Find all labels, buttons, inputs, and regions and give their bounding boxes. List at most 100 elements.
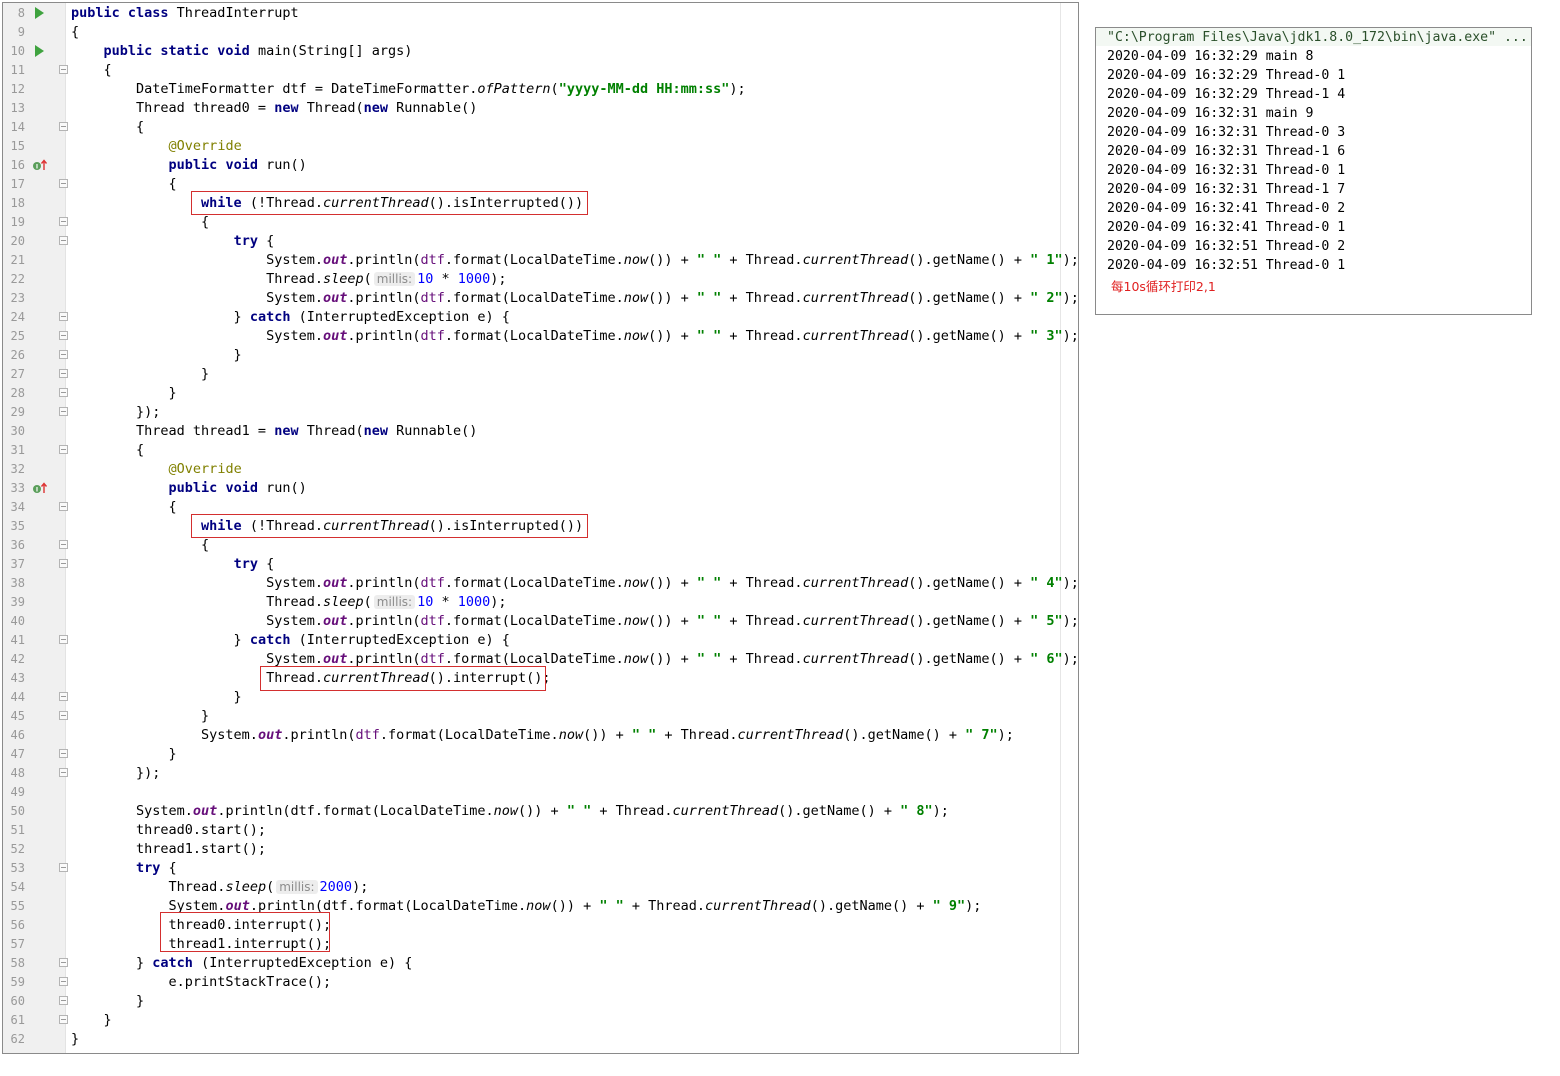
code-text: public void run(): [168, 157, 307, 173]
override-method-icon[interactable]: I: [32, 481, 48, 495]
run-gutter-icon[interactable]: [35, 45, 44, 57]
line-number: 20: [10, 234, 25, 248]
highlight-while-thread1: [191, 514, 588, 538]
line-number: 31: [10, 443, 25, 457]
fold-marker-icon[interactable]: [59, 635, 68, 644]
fold-marker-icon[interactable]: [59, 350, 68, 359]
code-line[interactable]: 50 System.out.println(dtf.format(LocalDa…: [3, 802, 1078, 821]
code-line[interactable]: 28 }: [3, 384, 1078, 403]
line-number: 36: [10, 538, 25, 552]
code-line[interactable]: 10 public static void main(String[] args…: [3, 42, 1078, 61]
line-number: 17: [10, 177, 25, 191]
code-line[interactable]: 37 try {: [3, 555, 1078, 574]
fold-marker-icon[interactable]: [59, 388, 68, 397]
code-line[interactable]: 29 });: [3, 403, 1078, 422]
line-number: 51: [10, 823, 25, 837]
code-line[interactable]: 46 System.out.println(dtf.format(LocalDa…: [3, 726, 1078, 745]
code-line[interactable]: 32 @Override: [3, 460, 1078, 479]
fold-marker-icon[interactable]: [59, 559, 68, 568]
code-text: }: [71, 366, 210, 382]
fold-marker-icon[interactable]: [59, 1015, 68, 1024]
fold-marker-icon[interactable]: [59, 65, 68, 74]
fold-marker-icon[interactable]: [59, 768, 68, 777]
fold-marker-icon[interactable]: [59, 122, 68, 131]
code-line[interactable]: 22 Thread.sleep(millis: 10 * 1000);: [3, 270, 1078, 289]
fold-marker-icon[interactable]: [59, 502, 68, 511]
code-text: System.out.println(dtf.format(LocalDateT…: [71, 651, 1079, 667]
fold-marker-icon[interactable]: [59, 331, 68, 340]
code-line[interactable]: 31 {: [3, 441, 1078, 460]
code-text: {: [71, 62, 112, 78]
fold-marker-icon[interactable]: [59, 977, 68, 986]
code-line[interactable]: 26 }: [3, 346, 1078, 365]
fold-marker-icon[interactable]: [59, 540, 68, 549]
fold-marker-icon[interactable]: [59, 236, 68, 245]
run-console[interactable]: "C:\Program Files\Java\jdk1.8.0_172\bin\…: [1095, 27, 1532, 315]
fold-marker-icon[interactable]: [59, 369, 68, 378]
line-number: 59: [10, 975, 25, 989]
code-text: System.out.println(dtf.format(LocalDateT…: [71, 290, 1079, 306]
line-number: 33: [10, 481, 25, 495]
code-text: }: [71, 1012, 112, 1028]
fold-marker-icon[interactable]: [59, 863, 68, 872]
code-line[interactable]: 36 {: [3, 536, 1078, 555]
fold-marker-icon[interactable]: [59, 445, 68, 454]
code-line[interactable]: 11 {: [3, 61, 1078, 80]
fold-marker-icon[interactable]: [59, 407, 68, 416]
fold-marker-icon[interactable]: [59, 958, 68, 967]
highlight-interrupt-calls: [160, 912, 330, 952]
code-line[interactable]: 45 }: [3, 707, 1078, 726]
code-line[interactable]: 61 }: [3, 1011, 1078, 1030]
code-line[interactable]: 30 Thread thread1 = new Thread(new Runna…: [3, 422, 1078, 441]
line-number: 42: [10, 652, 25, 666]
code-line[interactable]: 19 {: [3, 213, 1078, 232]
fold-marker-icon[interactable]: [59, 749, 68, 758]
code-line[interactable]: 41 } catch (InterruptedException e) {: [3, 631, 1078, 650]
code-line[interactable]: 58 } catch (InterruptedException e) {: [3, 954, 1078, 973]
code-line[interactable]: 13 Thread thread0 = new Thread(new Runna…: [3, 99, 1078, 118]
code-line[interactable]: 20 try {: [3, 232, 1078, 251]
highlight-interrupt-self: [260, 666, 546, 691]
code-line[interactable]: 54 Thread.sleep(millis: 2000);: [3, 878, 1078, 897]
fold-marker-icon[interactable]: [59, 996, 68, 1005]
code-line[interactable]: 49: [3, 783, 1078, 802]
code-line[interactable]: 25 System.out.println(dtf.format(LocalDa…: [3, 327, 1078, 346]
code-line[interactable]: 39 Thread.sleep(millis: 10 * 1000);: [3, 593, 1078, 612]
code-line[interactable]: 38 System.out.println(dtf.format(LocalDa…: [3, 574, 1078, 593]
code-line[interactable]: 59 e.printStackTrace();: [3, 973, 1078, 992]
code-line[interactable]: 16 I public void run(): [3, 156, 1078, 175]
code-line[interactable]: 9{: [3, 23, 1078, 42]
fold-marker-icon[interactable]: [59, 179, 68, 188]
code-line[interactable]: 51 thread0.start();: [3, 821, 1078, 840]
code-line[interactable]: 14 {: [3, 118, 1078, 137]
code-text: }: [71, 993, 145, 1009]
code-line[interactable]: 27 }: [3, 365, 1078, 384]
fold-marker-icon[interactable]: [59, 711, 68, 720]
code-line[interactable]: 8 public class ThreadInterrupt: [3, 4, 1078, 23]
code-line[interactable]: 23 System.out.println(dtf.format(LocalDa…: [3, 289, 1078, 308]
code-text: Thread thread0 = new Thread(new Runnable…: [71, 100, 478, 116]
run-gutter-icon[interactable]: [35, 7, 44, 19]
code-line[interactable]: 48 });: [3, 764, 1078, 783]
code-line[interactable]: 15 @Override: [3, 137, 1078, 156]
code-line[interactable]: 40 System.out.println(dtf.format(LocalDa…: [3, 612, 1078, 631]
line-number: 15: [10, 139, 25, 153]
fold-marker-icon[interactable]: [59, 692, 68, 701]
code-line[interactable]: 24 } catch (InterruptedException e) {: [3, 308, 1078, 327]
code-text: }: [71, 708, 210, 724]
override-method-icon[interactable]: I: [32, 158, 48, 172]
code-editor[interactable]: 8 public class ThreadInterrupt 9{10 public…: [2, 2, 1079, 1054]
fold-marker-icon[interactable]: [59, 217, 68, 226]
code-line[interactable]: 52 thread1.start();: [3, 840, 1078, 859]
code-line[interactable]: 53 try {: [3, 859, 1078, 878]
fold-marker-icon[interactable]: [59, 312, 68, 321]
code-line[interactable]: 12 DateTimeFormatter dtf = DateTimeForma…: [3, 80, 1078, 99]
code-line[interactable]: 60 }: [3, 992, 1078, 1011]
line-number: 47: [10, 747, 25, 761]
code-line[interactable]: 33 I public void run(): [3, 479, 1078, 498]
code-line[interactable]: 21 System.out.println(dtf.format(LocalDa…: [3, 251, 1078, 270]
code-text: });: [71, 765, 161, 781]
code-line[interactable]: 62}: [3, 1030, 1078, 1049]
code-line[interactable]: 47 }: [3, 745, 1078, 764]
line-number: 8: [17, 6, 25, 20]
